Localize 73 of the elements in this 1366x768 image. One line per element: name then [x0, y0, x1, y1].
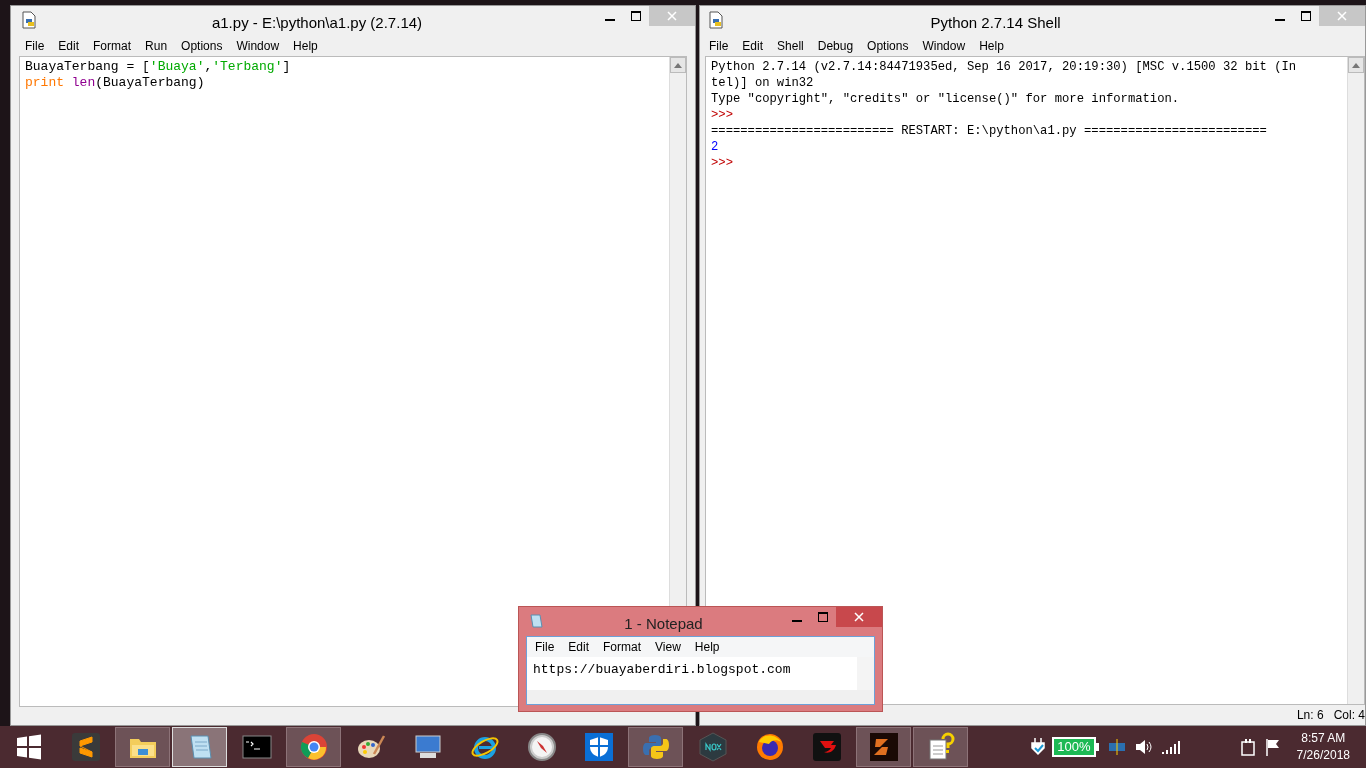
- scroll-up-button[interactable]: [670, 57, 686, 73]
- clock[interactable]: 8:57 AM 7/26/2018: [1296, 730, 1350, 764]
- minimize-icon: [792, 619, 802, 622]
- flag-icon[interactable]: [1264, 738, 1281, 756]
- menu-item[interactable]: File: [19, 37, 51, 55]
- maximize-icon: [631, 11, 641, 21]
- shell-line: >>>: [711, 107, 733, 123]
- shell-line: Python 2.7.14 (v2.7.14:84471935ed, Sep 16 2017, 20:19:30) [MSC v.1500 32 bit (In: [711, 59, 1297, 75]
- status-text: Col: 4: [1333, 707, 1365, 724]
- taskbar-button[interactable]: [856, 727, 911, 767]
- firefox-icon: [754, 732, 785, 762]
- text-area[interactable]: https://buayaberdiri.blogspot.com: [527, 657, 857, 690]
- window-title: a1.py - E:\python\a1.py (2.7.14): [211, 14, 423, 31]
- menu-item[interactable]: Help: [287, 37, 324, 55]
- sublime-text-icon: [70, 732, 101, 762]
- window-title: 1 - Notepad: [624, 615, 703, 632]
- menu-item[interactable]: Help: [688, 638, 726, 656]
- up-arrow-icon: [1352, 62, 1360, 68]
- python-file-icon: [21, 11, 37, 29]
- dragon-logo-icon: [811, 732, 842, 762]
- menu-item[interactable]: Options: [861, 37, 915, 55]
- shield-icon: [583, 732, 614, 762]
- menu-item[interactable]: Window: [230, 37, 286, 55]
- signal-bars-icon[interactable]: [1160, 740, 1181, 754]
- menu-item[interactable]: Debug: [811, 37, 860, 55]
- clock-date: 7/26/2018: [1296, 747, 1350, 764]
- window-title: Python 2.7.14 Shell: [930, 14, 1061, 31]
- shell-line: Type "copyright", "credits" or "license()" for more information.: [711, 91, 1180, 107]
- python-file-icon: [708, 11, 724, 29]
- notepad-icon: [529, 614, 543, 628]
- status-text: Ln: 6: [1296, 707, 1324, 724]
- shell-line: 2: [711, 139, 719, 155]
- menu-item[interactable]: Run: [139, 37, 174, 55]
- close-icon: [667, 11, 677, 21]
- menu-item[interactable]: File: [529, 638, 561, 656]
- menu-item[interactable]: Help: [973, 37, 1010, 55]
- volume-icon[interactable]: [1134, 739, 1153, 755]
- game-logo-icon: [868, 732, 899, 762]
- horizontal-scrollbar[interactable]: [527, 690, 874, 704]
- taskbar-button[interactable]: [115, 727, 170, 767]
- minimize-icon: [1275, 18, 1285, 21]
- menu-item[interactable]: Edit: [736, 37, 770, 55]
- hexagon-logo-icon: [697, 732, 728, 762]
- power-icon[interactable]: [1240, 738, 1255, 756]
- code-line: BuayaTerbang = ['Buaya','Terbang']: [25, 59, 291, 75]
- taskbar-button[interactable]: [913, 727, 968, 767]
- close-icon: [1337, 11, 1347, 21]
- close-icon: [854, 612, 864, 622]
- menu-item[interactable]: Format: [87, 37, 138, 55]
- minimize-icon: [605, 18, 615, 21]
- shell-line: ========================= RESTART: E:\python\a1.py =========================: [711, 123, 1267, 139]
- vertical-scrollbar[interactable]: [857, 657, 874, 690]
- menu-item[interactable]: Edit: [52, 37, 86, 55]
- shell-line: >>>: [711, 155, 733, 171]
- menu-item[interactable]: View: [649, 638, 687, 656]
- menu-item[interactable]: Shell: [771, 37, 810, 55]
- shell-line: tel)] on win32: [711, 75, 814, 91]
- menu-item[interactable]: Format: [597, 638, 648, 656]
- scroll-up-button[interactable]: [1348, 57, 1364, 73]
- chrome-icon: [298, 732, 329, 762]
- code-line: print len(BuayaTerbang): [25, 75, 205, 91]
- network-icon[interactable]: [1106, 739, 1127, 755]
- menu-item[interactable]: Window: [916, 37, 972, 55]
- clock-time: 8:57 AM: [1301, 730, 1346, 747]
- menu-item[interactable]: Edit: [562, 638, 596, 656]
- maximize-icon: [1301, 11, 1311, 21]
- python-icon: [640, 732, 671, 762]
- up-arrow-icon: [674, 62, 682, 68]
- compass-icon: [526, 732, 557, 762]
- menu-item[interactable]: File: [703, 37, 735, 55]
- command-prompt-icon: [241, 732, 272, 762]
- menu-item[interactable]: Options: [175, 37, 229, 55]
- maximize-icon: [818, 612, 828, 622]
